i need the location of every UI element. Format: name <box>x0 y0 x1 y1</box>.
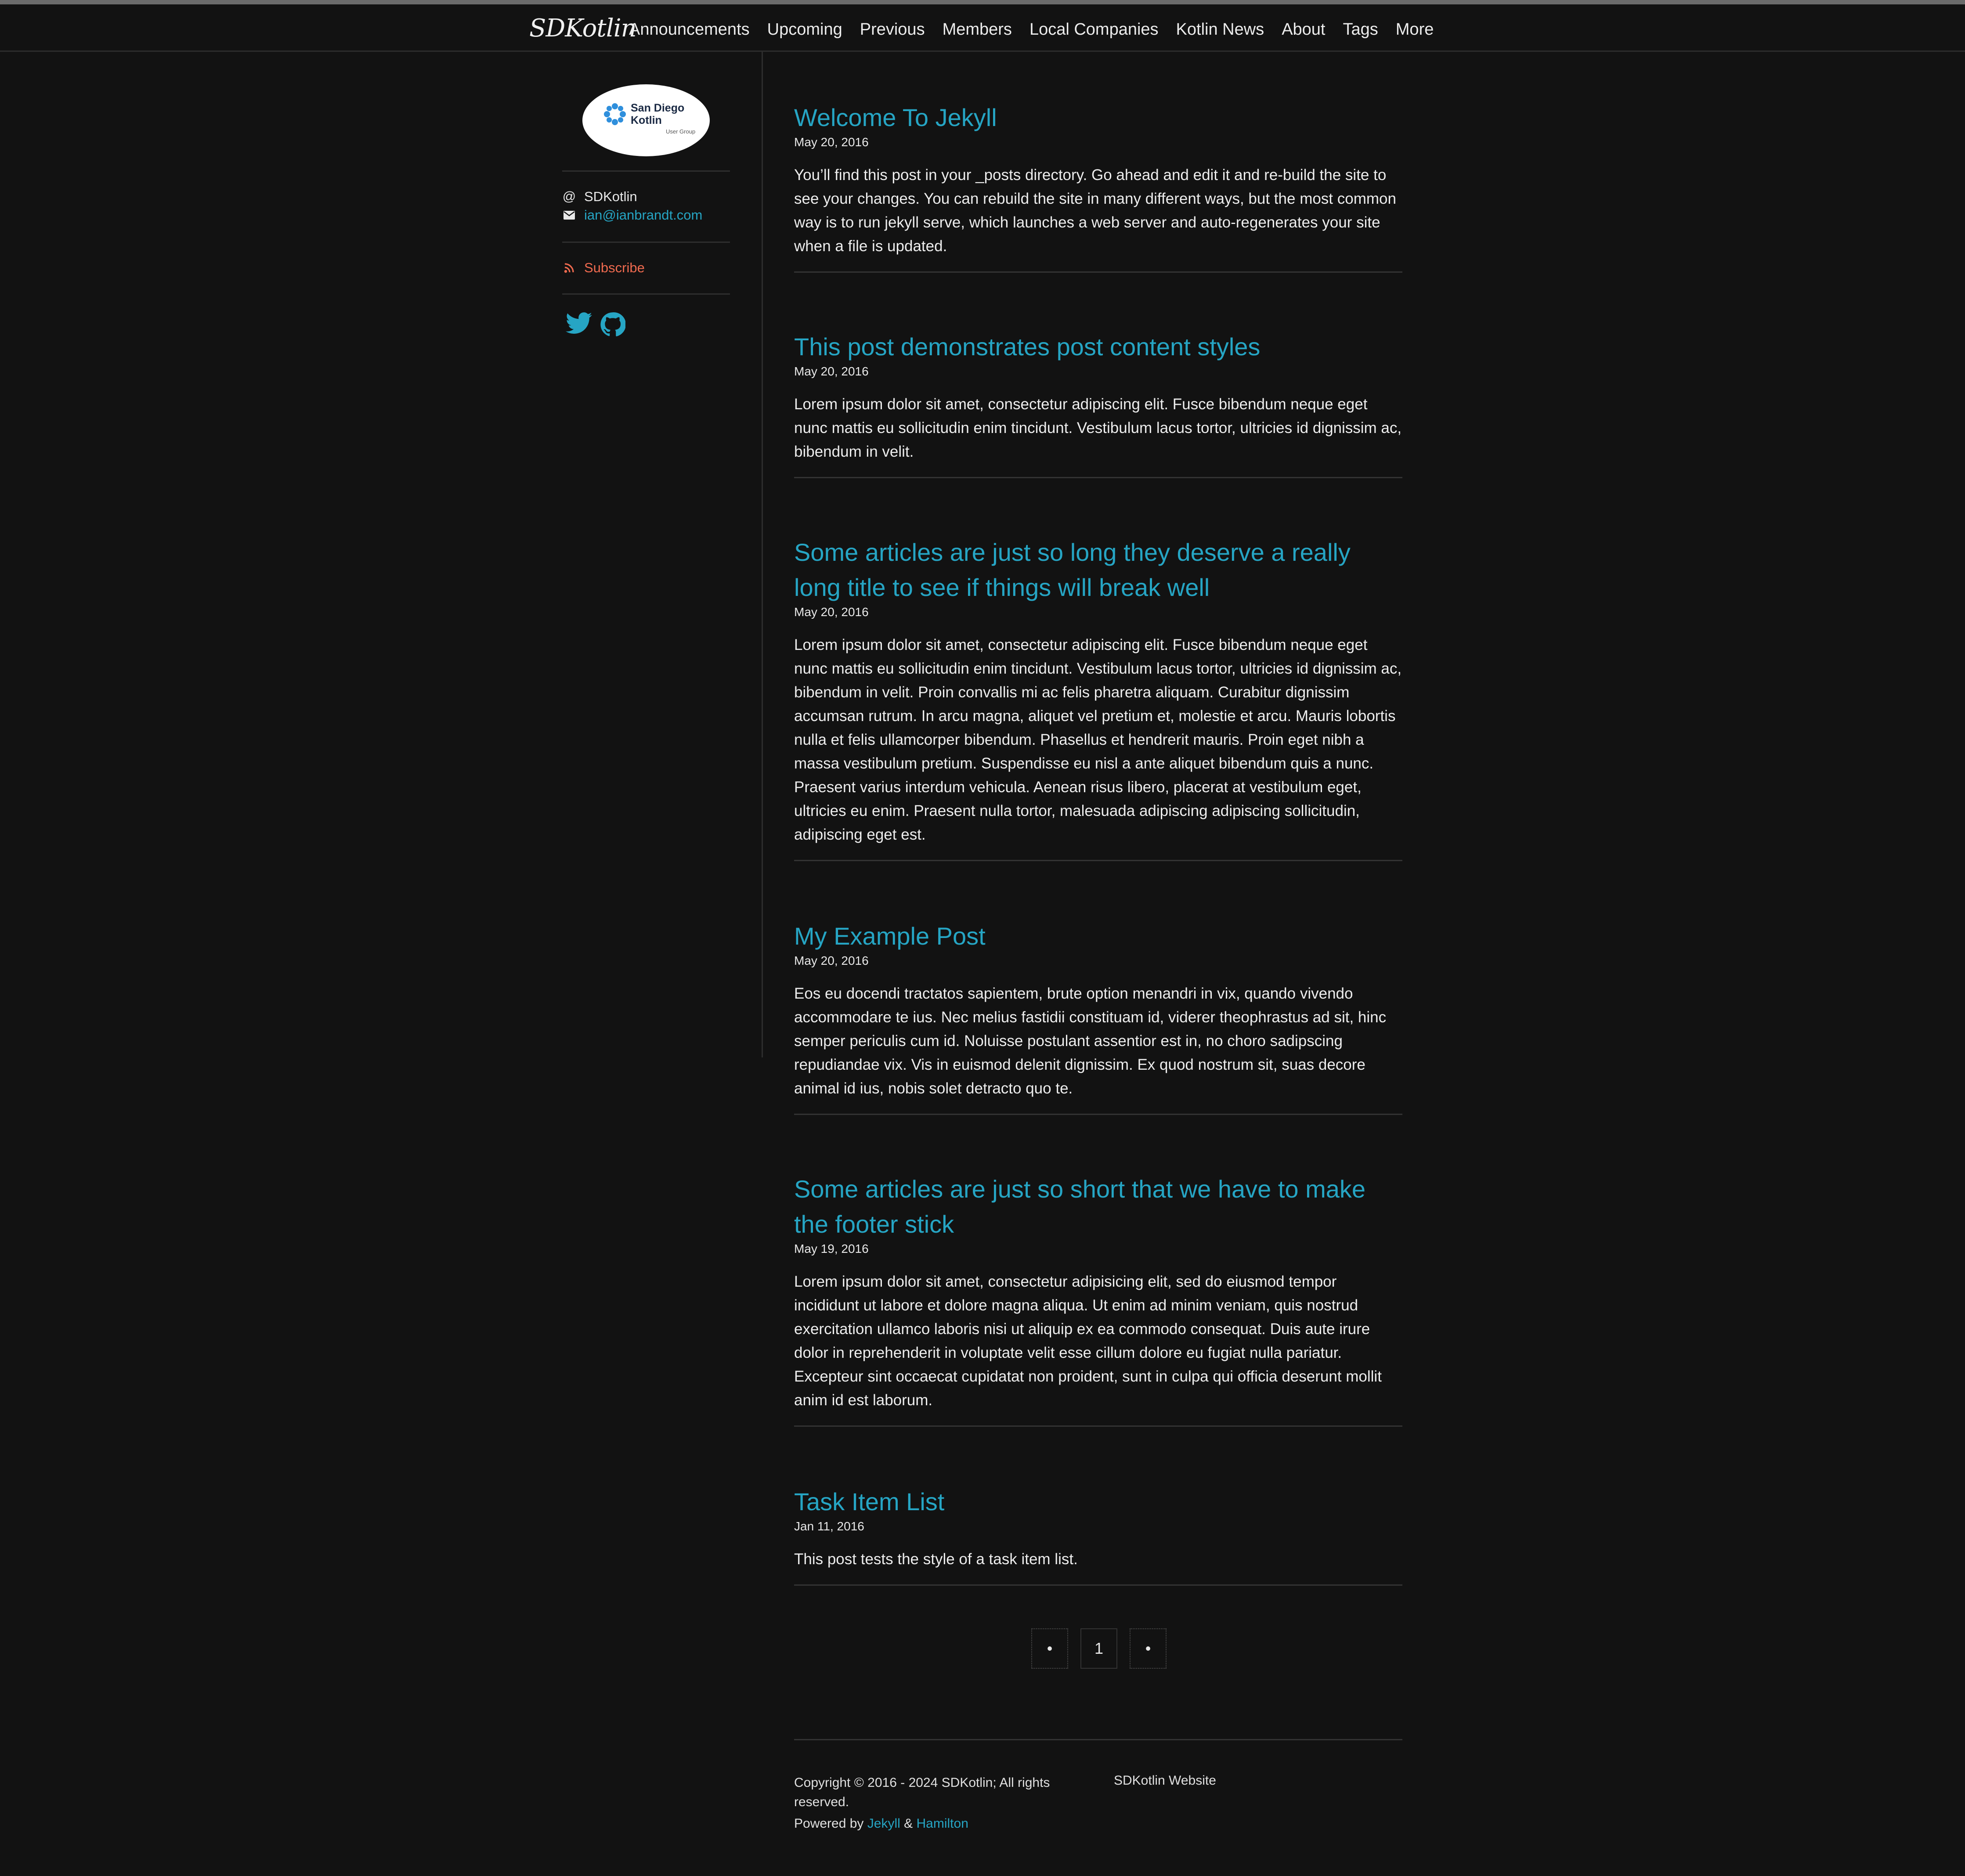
powered-by-label: Powered by <box>794 1816 864 1831</box>
post-divider <box>794 1584 1402 1586</box>
subscribe-row[interactable]: Subscribe <box>562 260 645 276</box>
nav-previous[interactable]: Previous <box>860 20 925 39</box>
post-item: Some articles are just so long they dese… <box>794 535 1402 861</box>
footer-site-name: SDKotlin Website <box>1114 1773 1216 1788</box>
post-date: May 20, 2016 <box>794 135 869 149</box>
post-excerpt: You’ll find this post in your _posts dir… <box>794 166 1396 255</box>
post-divider <box>794 1114 1402 1115</box>
nav-members[interactable]: Members <box>943 20 1012 39</box>
prev-page-button[interactable]: • <box>1031 1628 1068 1669</box>
nav-links: Announcements Upcoming Previous Members … <box>629 20 1434 39</box>
nav-about[interactable]: About <box>1282 20 1325 39</box>
github-icon[interactable] <box>600 312 626 339</box>
window-top-border <box>0 0 1965 4</box>
social-links <box>566 312 626 339</box>
footer-powered-by: Powered by Jekyll & Hamilton <box>794 1816 968 1831</box>
logo-text: San Diego Kotlin <box>631 102 685 126</box>
sidebar-email-link[interactable]: ian@ianbrandt.com <box>584 207 702 223</box>
sidebar-vertical-divider <box>762 52 763 1057</box>
twitter-icon[interactable] <box>566 312 592 339</box>
post-excerpt: Lorem ipsum dolor sit amet, consectetur … <box>794 396 1402 460</box>
nav-announcements[interactable]: Announcements <box>629 20 750 39</box>
kotlin-flower-icon <box>604 103 626 125</box>
hamilton-link[interactable]: Hamilton <box>917 1816 968 1831</box>
nav-more[interactable]: More <box>1396 20 1434 39</box>
post-divider <box>794 1425 1402 1427</box>
site-brand[interactable]: SDKotlin <box>529 14 637 43</box>
rss-icon <box>562 263 576 273</box>
post-divider <box>794 860 1402 861</box>
post-title-link[interactable]: Some articles are just so long they dese… <box>794 535 1402 605</box>
subscribe-link[interactable]: Subscribe <box>584 260 645 276</box>
sidebar-divider <box>562 170 730 172</box>
post-date: Jan 11, 2016 <box>794 1519 864 1533</box>
post-item: My Example Post May 20, 2016 Eos eu doce… <box>794 919 1402 1115</box>
post-item: Task Item List Jan 11, 2016 This post te… <box>794 1484 1402 1586</box>
post-excerpt: This post tests the style of a task item… <box>794 1551 1078 1568</box>
sidebar-email-row: ian@ianbrandt.com <box>562 207 702 223</box>
current-page-button[interactable]: 1 <box>1080 1628 1117 1669</box>
post-excerpt: Lorem ipsum dolor sit amet, consectetur … <box>794 1273 1382 1409</box>
sidebar-handle-row: @ SDKotlin <box>562 189 637 205</box>
post-date: May 20, 2016 <box>794 364 869 378</box>
next-page-button[interactable]: • <box>1130 1628 1167 1669</box>
post-date: May 19, 2016 <box>794 1242 869 1255</box>
post-excerpt: Eos eu docendi tractatos sapientem, brut… <box>794 985 1387 1097</box>
post-title-link[interactable]: This post demonstrates post content styl… <box>794 329 1402 364</box>
group-logo[interactable]: San Diego Kotlin User Group <box>582 84 710 156</box>
sidebar-divider <box>562 242 730 243</box>
post-title-link[interactable]: Welcome To Jekyll <box>794 100 1402 135</box>
ampersand: & <box>904 1816 913 1831</box>
post-item: This post demonstrates post content styl… <box>794 329 1402 478</box>
post-title-link[interactable]: Task Item List <box>794 1484 1402 1519</box>
pagination: • 1 • <box>1031 1628 1167 1669</box>
footer-copyright: Copyright © 2016 - 2024 SDKotlin; All ri… <box>794 1775 1050 1809</box>
post-divider <box>794 477 1402 478</box>
footer-divider <box>794 1739 1402 1740</box>
nav-local-companies[interactable]: Local Companies <box>1029 20 1159 39</box>
post-divider <box>794 271 1402 273</box>
top-navigation: SDKotlin Announcements Upcoming Previous… <box>0 4 1965 52</box>
sidebar-divider <box>562 293 730 295</box>
logo-subtext: User Group <box>666 128 696 135</box>
at-icon: @ <box>562 189 576 204</box>
post-title-link[interactable]: My Example Post <box>794 919 1402 954</box>
post-excerpt: Lorem ipsum dolor sit amet, consectetur … <box>794 636 1402 843</box>
post-item: Welcome To Jekyll May 20, 2016 You’ll fi… <box>794 100 1402 273</box>
post-date: May 20, 2016 <box>794 954 869 967</box>
envelope-icon <box>562 211 576 220</box>
post-date: May 20, 2016 <box>794 605 869 619</box>
nav-upcoming[interactable]: Upcoming <box>767 20 842 39</box>
nav-tags[interactable]: Tags <box>1343 20 1378 39</box>
post-item: Some articles are just so short that we … <box>794 1172 1402 1427</box>
sidebar-handle: SDKotlin <box>584 189 637 204</box>
nav-kotlin-news[interactable]: Kotlin News <box>1176 20 1264 39</box>
post-title-link[interactable]: Some articles are just so short that we … <box>794 1172 1402 1242</box>
jekyll-link[interactable]: Jekyll <box>867 1816 900 1831</box>
